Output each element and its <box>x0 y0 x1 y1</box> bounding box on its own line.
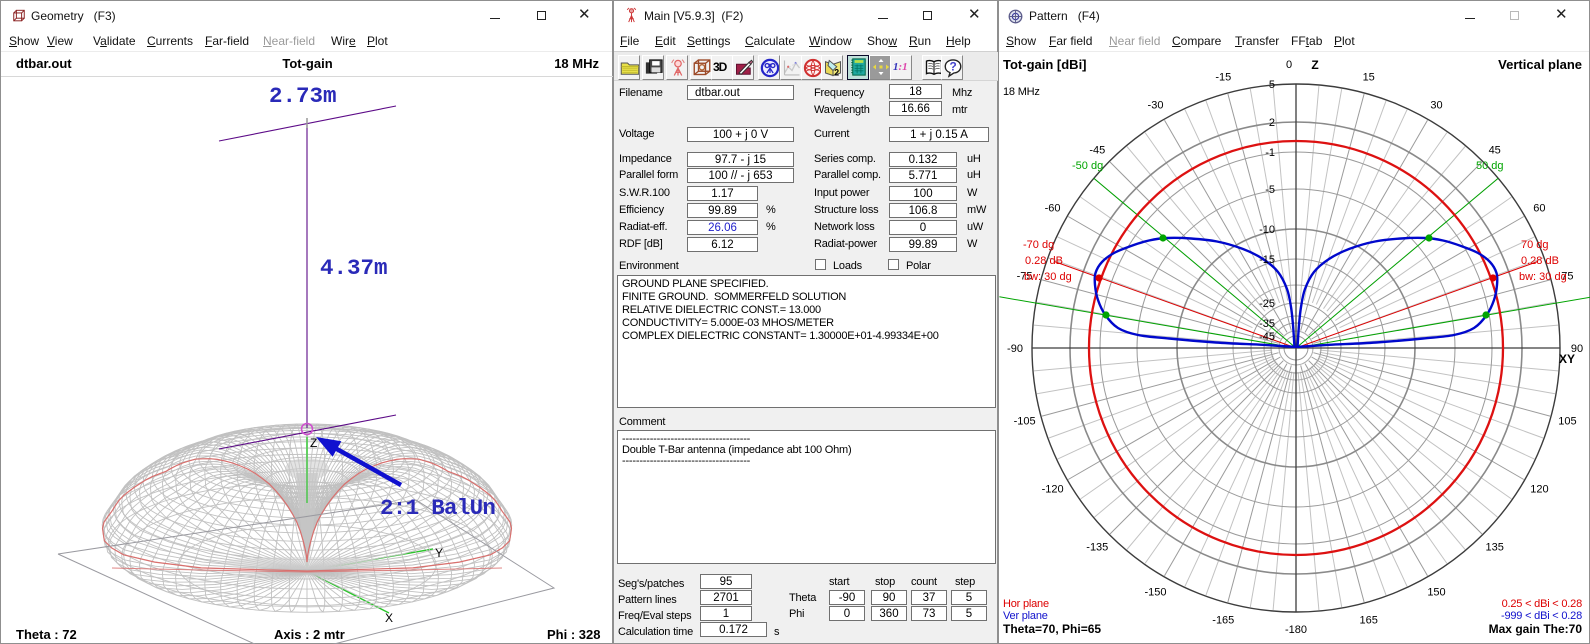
svg-text:?: ? <box>950 60 957 74</box>
svg-text:0: 0 <box>1286 59 1292 71</box>
svg-text:70 dg: 70 dg <box>1521 239 1549 251</box>
svg-text:-70 dg: -70 dg <box>1023 239 1054 251</box>
svg-text:bw: 30 dg: bw: 30 dg <box>1519 271 1567 283</box>
svg-text:0.28 dB: 0.28 dB <box>1521 255 1559 267</box>
svg-text:50 dg: 50 dg <box>1476 160 1504 172</box>
svg-text:2: 2 <box>1269 117 1275 129</box>
svg-text:2: 2 <box>834 68 839 78</box>
svg-text:45: 45 <box>1489 144 1501 156</box>
svg-text:165: 165 <box>1360 614 1378 626</box>
svg-text:150: 150 <box>1427 586 1445 598</box>
svg-text:-15: -15 <box>1259 254 1275 266</box>
svg-text:-120: -120 <box>1042 484 1064 496</box>
svg-text:120: 120 <box>1530 484 1548 496</box>
svg-text:-90: -90 <box>1007 343 1023 355</box>
svg-text:-25: -25 <box>1259 298 1275 310</box>
svg-text:0.28 dB: 0.28 dB <box>1025 255 1063 267</box>
svg-text:-5: -5 <box>1265 184 1275 196</box>
svg-text:2:1 BalUn: 2:1 BalUn <box>380 495 495 521</box>
svg-text:bw: 30 dg: bw: 30 dg <box>1024 271 1072 283</box>
svg-text:135: 135 <box>1486 542 1504 554</box>
svg-text:-45: -45 <box>1089 144 1105 156</box>
svg-text:-45: -45 <box>1259 331 1275 343</box>
svg-text:-105: -105 <box>1014 416 1036 428</box>
svg-text:-30: -30 <box>1148 100 1164 112</box>
svg-text:Z: Z <box>1311 58 1318 72</box>
svg-text:-60: -60 <box>1045 203 1061 215</box>
svg-text:-135: -135 <box>1086 542 1108 554</box>
svg-text:4.37m: 4.37m <box>320 255 388 281</box>
svg-text:30: 30 <box>1430 100 1442 112</box>
svg-text:-50 dg: -50 dg <box>1072 160 1103 172</box>
svg-text:-10: -10 <box>1259 224 1275 236</box>
svg-text:2.73m: 2.73m <box>269 83 337 109</box>
svg-text:-35: -35 <box>1259 318 1275 330</box>
svg-text:Z: Z <box>310 436 317 450</box>
svg-text:5: 5 <box>1269 79 1275 91</box>
svg-text:60: 60 <box>1533 203 1545 215</box>
svg-text:-150: -150 <box>1144 586 1166 598</box>
svg-text:15: 15 <box>1363 72 1375 84</box>
svg-text:-1: -1 <box>1265 147 1275 159</box>
svg-text:105: 105 <box>1558 416 1576 428</box>
svg-text:-15: -15 <box>1215 72 1231 84</box>
svg-text:-180: -180 <box>1285 624 1307 636</box>
svg-text:Y: Y <box>435 546 443 560</box>
svg-text:X: X <box>385 611 393 625</box>
svg-text:XY: XY <box>1559 352 1575 366</box>
svg-text:-165: -165 <box>1212 614 1234 626</box>
